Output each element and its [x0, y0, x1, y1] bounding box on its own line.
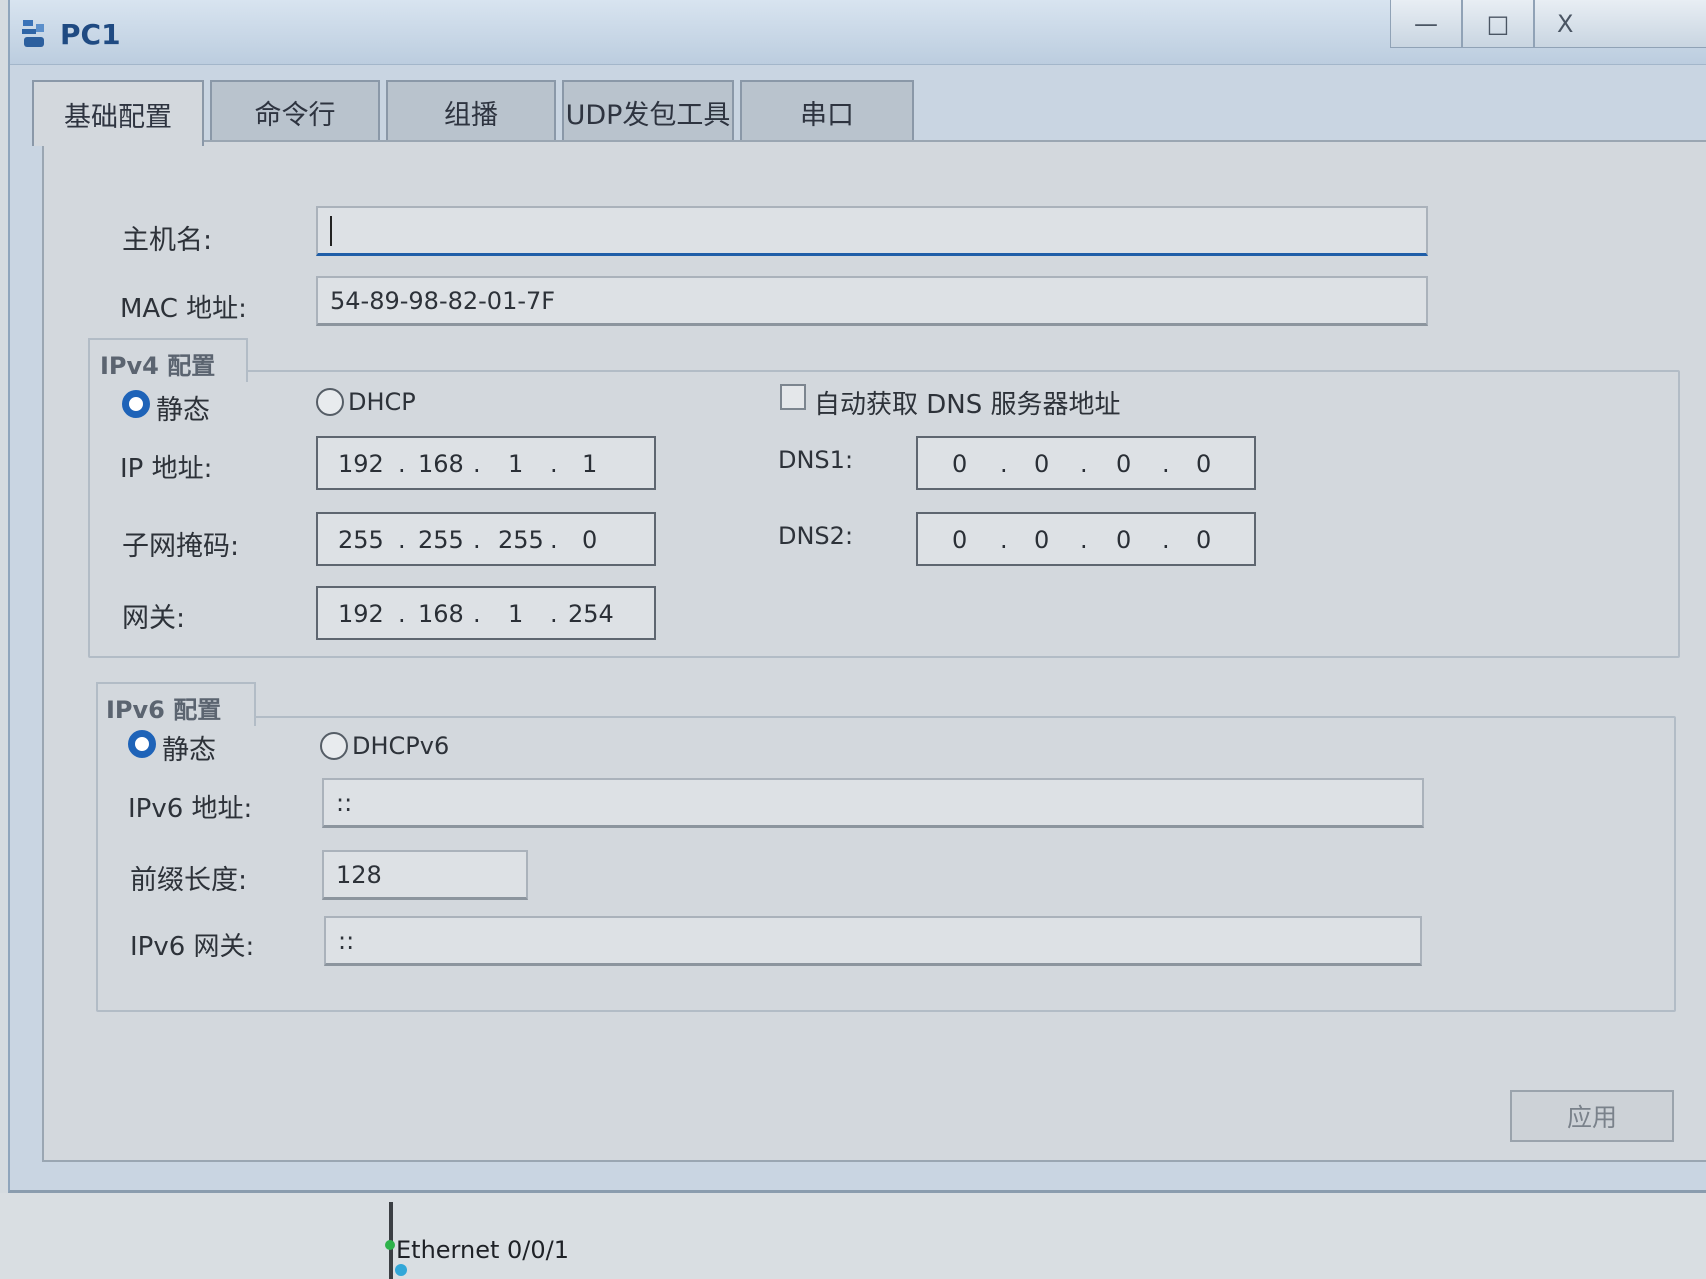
ipv6-dhcpv6-label: DHCPv6 — [352, 732, 450, 760]
hostname-input[interactable] — [316, 206, 1428, 256]
ipv6-address-value: :: — [336, 788, 353, 817]
gateway-octet-2: 168 — [418, 600, 464, 628]
ipv6-address-label: IPv6 地址: — [128, 794, 253, 824]
tab-serial-port[interactable]: 串口 — [740, 80, 914, 142]
dns1-octet-2: 0 — [1034, 450, 1050, 478]
hostname-label: 主机名: — [122, 225, 213, 256]
dns2-octet-1: 0 — [952, 526, 968, 554]
dns2-octet-4: 0 — [1196, 526, 1212, 554]
dns1-octet-1: 0 — [952, 450, 968, 478]
ipv4-static-label: 静态 — [156, 395, 210, 426]
auto-dns-label: 自动获取 DNS 服务器地址 — [814, 390, 1121, 420]
dns2-label: DNS2: — [778, 522, 854, 550]
ipv6-group-title: IPv6 配置 — [106, 696, 222, 724]
mac-address-field: 54-89-98-82-01-7F — [316, 276, 1428, 326]
link-endpoint-dot — [395, 1264, 407, 1276]
tab-basic-config[interactable]: 基础配置 — [32, 80, 204, 146]
pc-app-icon — [22, 20, 44, 47]
dns1-octet-4: 0 — [1196, 450, 1212, 478]
ipv4-group-title: IPv4 配置 — [100, 352, 216, 380]
ip-address-label: IP 地址: — [120, 454, 213, 484]
maximize-button[interactable]: □ — [1462, 0, 1534, 48]
ipv6-dhcpv6-radio[interactable] — [320, 732, 348, 760]
prefix-length-input[interactable]: 128 — [322, 850, 528, 900]
ipv6-gateway-label: IPv6 网关: — [130, 932, 255, 962]
mask-octet-1: 255 — [338, 526, 384, 554]
dns2-field[interactable]: 0 . 0 . 0 . 0 — [916, 512, 1256, 566]
window-title: PC1 — [60, 18, 121, 51]
dns1-field[interactable]: 0 . 0 . 0 . 0 — [916, 436, 1256, 490]
dns2-octet-3: 0 — [1116, 526, 1132, 554]
ip-octet-3: 1 — [508, 450, 524, 478]
port-label: Ethernet 0/0/1 — [396, 1236, 569, 1264]
title-bar[interactable]: PC1 — □ X — [10, 0, 1706, 65]
mask-octet-3: 255 — [498, 526, 544, 554]
subnet-mask-label: 子网掩码: — [122, 531, 240, 562]
mac-label: MAC 地址: — [120, 294, 247, 324]
gateway-field[interactable]: 192 . 168 . 1 . 254 — [316, 586, 656, 640]
ip-octet-2: 168 — [418, 450, 464, 478]
mac-value: 54-89-98-82-01-7F — [330, 286, 556, 315]
ipv4-static-radio[interactable] — [122, 390, 150, 418]
ipv6-static-radio[interactable] — [128, 730, 156, 758]
prefix-length-value: 128 — [336, 860, 382, 889]
text-caret — [330, 215, 332, 246]
tab-multicast[interactable]: 组播 — [386, 80, 556, 142]
ipv4-dhcp-radio[interactable] — [316, 388, 344, 416]
link-status-dot — [385, 1240, 395, 1250]
tab-command-line[interactable]: 命令行 — [210, 80, 380, 142]
dns1-label: DNS1: — [778, 446, 854, 474]
auto-dns-checkbox[interactable] — [780, 384, 806, 410]
ipv6-static-label: 静态 — [162, 735, 216, 766]
mask-octet-4: 0 — [582, 526, 598, 554]
gateway-octet-1: 192 — [338, 600, 384, 628]
topology-canvas — [0, 1193, 1706, 1279]
minimize-button[interactable]: — — [1390, 0, 1462, 48]
mask-octet-2: 255 — [418, 526, 464, 554]
ipv6-gateway-input[interactable]: :: — [324, 916, 1422, 966]
apply-button[interactable]: 应用 — [1510, 1090, 1674, 1142]
gateway-octet-4: 254 — [568, 600, 614, 628]
gateway-octet-3: 1 — [508, 600, 524, 628]
tab-udp-tool[interactable]: UDP发包工具 — [562, 80, 734, 142]
ipv6-address-input[interactable]: :: — [322, 778, 1424, 828]
dns2-octet-2: 0 — [1034, 526, 1050, 554]
ipv4-dhcp-label: DHCP — [348, 388, 416, 416]
prefix-length-label: 前缀长度: — [130, 865, 248, 896]
subnet-mask-field[interactable]: 255 . 255 . 255 . 0 — [316, 512, 656, 566]
ip-octet-1: 192 — [338, 450, 384, 478]
ipv6-gateway-value: :: — [338, 926, 355, 955]
dns1-octet-3: 0 — [1116, 450, 1132, 478]
gateway-label: 网关: — [122, 603, 186, 634]
ip-octet-4: 1 — [582, 450, 598, 478]
pc1-config-window: PC1 — □ X 基础配置 命令行 组播 UDP发包工具 串口 主机名: MA… — [8, 0, 1706, 1193]
ip-address-field[interactable]: 192 . 168 . 1 . 1 — [316, 436, 656, 490]
close-button[interactable]: X — [1534, 0, 1706, 48]
basic-config-panel: 主机名: MAC 地址: 54-89-98-82-01-7F IPv4 配置 静… — [42, 140, 1706, 1162]
